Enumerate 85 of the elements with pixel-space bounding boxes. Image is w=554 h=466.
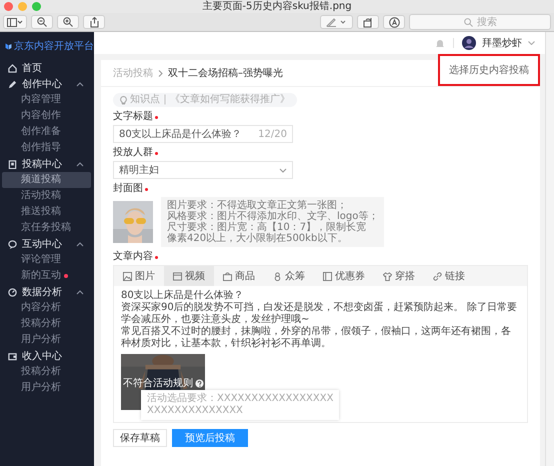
clipboard-icon <box>8 160 17 168</box>
field-label: 投放人群 <box>113 147 153 159</box>
sidebar-item[interactable]: 创作指导 <box>2 140 91 156</box>
bag-icon <box>223 272 232 280</box>
search-field[interactable]: 搜索 <box>409 14 551 30</box>
field-label: 封面图 <box>113 183 143 195</box>
zoom-out-icon <box>37 17 47 27</box>
editor-tool-button[interactable]: 优惠券 <box>314 266 374 286</box>
save-draft-button[interactable]: 保存草稿 <box>113 429 167 447</box>
tip-text: 知识点｜《文章如何写能获得推广》 <box>130 94 290 106</box>
sidebar-item[interactable]: 内容分析 <box>2 300 91 316</box>
cover-requirements: 图片要求：不得选取文章正文第一张图； 风格要求：图片不得添加水印、文字、logo等； 尺寸要求：图片宽：高【10：7】，限制长宽 像素420以上，大小限制在500kb以下。 <box>161 197 384 247</box>
title-input[interactable]: 80支以上床品是什么体验？ 12/20 <box>113 125 293 143</box>
preview-submit-button[interactable]: 预览后投稿 <box>172 429 248 447</box>
article-paragraph: 80支以上床品是什么体验？ <box>121 290 245 302</box>
share-icon <box>90 16 98 28</box>
field-label: 文字标题 <box>113 111 153 123</box>
window-title: 主要页面-5历史内容sku报错.png <box>202 0 352 12</box>
wallet-icon <box>8 352 17 360</box>
user-name[interactable]: 拜墨炒虾 <box>482 36 522 50</box>
article-paragraph: 资深买家90后的脱发势不可挡，白发还是脱发，不想变卤蛋，赶紧预防起来。 除了日常要学会减压外，也要注意头皮，发丝护理哦~ <box>121 302 518 326</box>
tooltip: 活动选品要求：XXXXXXXXXXXXXXXXX XXXXXXXXXXXXXX <box>141 390 340 420</box>
sidebar-group[interactable]: 投稿中心 <box>0 156 94 172</box>
annotate-icon <box>388 16 400 28</box>
editor-tool-button[interactable]: 众筹 <box>264 266 314 286</box>
coupon-icon <box>323 272 332 280</box>
caret-icon <box>76 162 84 166</box>
chevron-icon <box>158 70 163 76</box>
sidebar-item[interactable]: 用户分析 <box>2 380 91 396</box>
editor-tool-button[interactable]: 穿搭 <box>374 266 424 286</box>
sidebar-item[interactable]: 投稿分析 <box>2 364 91 380</box>
sidebar-item[interactable]: 创作准备 <box>2 124 91 140</box>
sidebar-item[interactable]: 投稿分析 <box>2 316 91 332</box>
sidebar-group[interactable]: 数据分析 <box>0 284 94 300</box>
annotate-button[interactable] <box>383 15 405 29</box>
caret-icon <box>76 290 84 294</box>
caret-icon <box>76 242 84 246</box>
sidebar-item[interactable]: 评论管理 <box>2 252 91 268</box>
share-button[interactable] <box>83 15 105 29</box>
pen-icon <box>326 17 348 27</box>
sidebar-item[interactable]: 活动投稿 <box>2 188 91 204</box>
rotate-icon <box>363 16 373 28</box>
sidebar-item[interactable]: 推送投稿 <box>2 204 91 220</box>
zoom-in-button[interactable] <box>57 15 79 29</box>
scrollbar[interactable] <box>545 32 554 466</box>
gauge-icon <box>8 288 17 296</box>
warning-text: 不符合活动规则 <box>123 377 193 390</box>
sidebar-group[interactable]: 首页 <box>0 60 94 76</box>
chevron-down-icon <box>279 168 287 172</box>
sidebar-item[interactable]: 内容管理 <box>2 92 91 108</box>
editor-tool-button[interactable]: 商品 <box>214 266 264 286</box>
home-icon <box>8 64 17 72</box>
audience-select[interactable]: 精明主妇 <box>113 161 293 179</box>
sidebar-group[interactable]: 创作中心 <box>0 76 94 92</box>
breadcrumb-current: 双十二会场招稿–强势曝光 <box>168 66 283 80</box>
caret-icon <box>76 82 84 86</box>
editor-tool-button[interactable]: 视频 <box>164 266 214 286</box>
chat-bubble-icon <box>8 240 17 248</box>
shirt-icon <box>383 272 392 280</box>
sidebar-item[interactable]: 内容创作 <box>2 108 91 124</box>
zoom-out-button[interactable] <box>31 15 53 29</box>
image-icon <box>123 272 132 280</box>
avatar[interactable] <box>462 36 476 50</box>
zoom-in-icon <box>63 17 73 27</box>
field-label: 文章内容 <box>113 251 153 263</box>
sidebar-item[interactable]: 用户分析 <box>2 332 91 348</box>
pencil-icon <box>8 80 17 88</box>
lightbulb-icon <box>120 96 127 104</box>
article-paragraph: 常见百搭又不过时的腰封，抹胸啦，外穿的吊带，假领子，假袖口，这两年还有裙围，各种材质对比，让基本款，针织衫衬衫不再单调。 <box>121 326 512 350</box>
sidebar-icon <box>7 18 23 26</box>
character-counter: 12/20 <box>258 128 287 140</box>
rotate-button[interactable] <box>357 15 379 29</box>
sidebar-group[interactable]: 互动中心 <box>0 236 94 252</box>
logo-text: 京东内容开放平台 <box>14 40 94 53</box>
sidebar-item[interactable]: 频道投稿 <box>2 172 91 188</box>
sidebar-group[interactable]: 收入中心 <box>0 348 94 364</box>
editor-tool-button[interactable]: 图片 <box>114 266 164 286</box>
sidebar-item[interactable]: 新的互动 <box>2 268 91 284</box>
video-icon <box>173 272 182 280</box>
sidebar-item[interactable]: 京任务投稿 <box>2 220 91 236</box>
link-icon <box>433 272 442 280</box>
history-content-link[interactable]: 选择历史内容投稿 <box>449 65 529 76</box>
help-icon[interactable] <box>195 378 204 388</box>
editor-tool-button[interactable]: 链接 <box>424 266 474 286</box>
sidebar-toggle-button[interactable] <box>3 15 27 29</box>
